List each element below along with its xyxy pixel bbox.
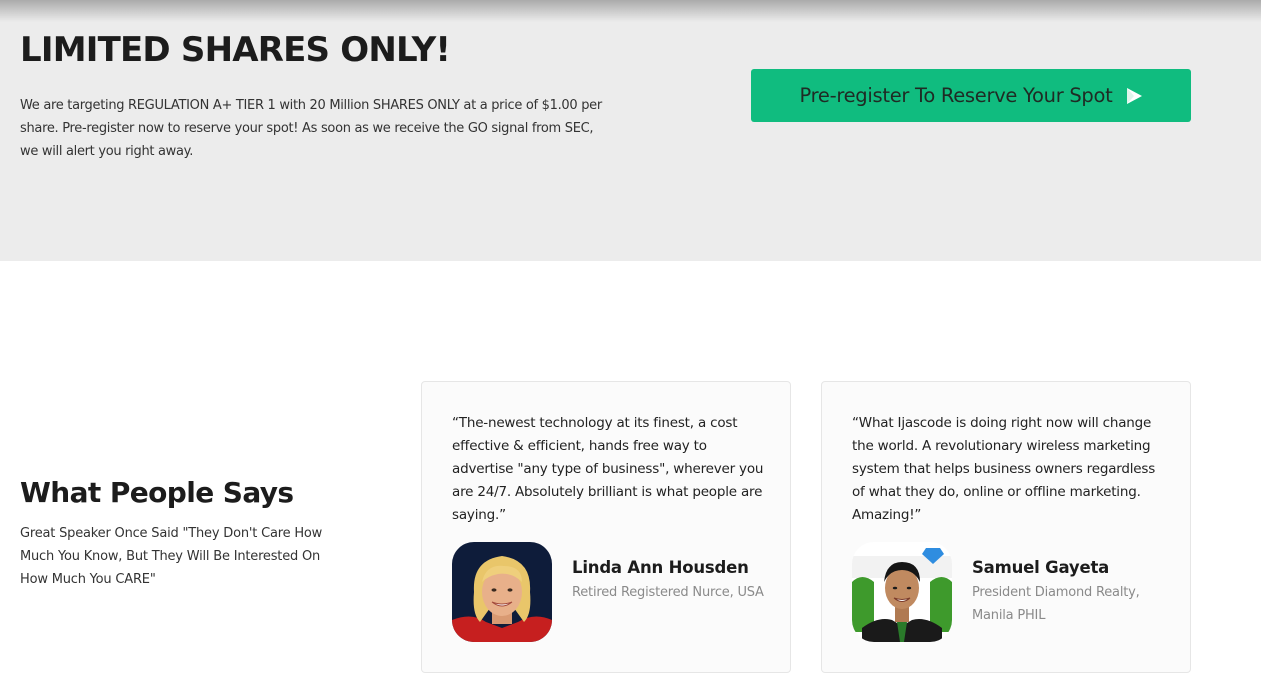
testimonial-card: “The-newest technology at its finest, a …: [421, 381, 791, 673]
testimonial-author-role: Retired Registered Nurce, USA: [572, 585, 764, 600]
limited-shares-title: LIMITED SHARES ONLY!: [20, 30, 451, 70]
testimonial-author-name: Samuel Gayeta: [972, 558, 1110, 577]
avatar: [852, 542, 952, 642]
testimonial-quote: “The-newest technology at its finest, a …: [452, 415, 764, 523]
avatar: [452, 542, 552, 642]
pre-register-button[interactable]: Pre-register To Reserve Your Spot: [751, 69, 1191, 122]
top-shadow: [0, 0, 1261, 22]
pre-register-button-label: Pre-register To Reserve Your Spot: [799, 84, 1113, 107]
testimonial-card: “What Ijascode is doing right now will c…: [821, 381, 1191, 673]
limited-shares-description: We are targeting REGULATION A+ TIER 1 wi…: [20, 98, 602, 159]
testimonials-description: Great Speaker Once Said "They Don't Care…: [20, 526, 323, 587]
testimonial-author-role: President Diamond Realty, Manila PHIL: [972, 585, 1140, 623]
testimonial-author-name: Linda Ann Housden: [572, 558, 749, 577]
testimonial-quote: “What Ijascode is doing right now will c…: [852, 415, 1156, 523]
limited-shares-section: LIMITED SHARES ONLY! We are targeting RE…: [0, 0, 1261, 261]
play-arrow-icon: [1125, 87, 1143, 105]
testimonials-title: What People Says: [20, 476, 294, 509]
